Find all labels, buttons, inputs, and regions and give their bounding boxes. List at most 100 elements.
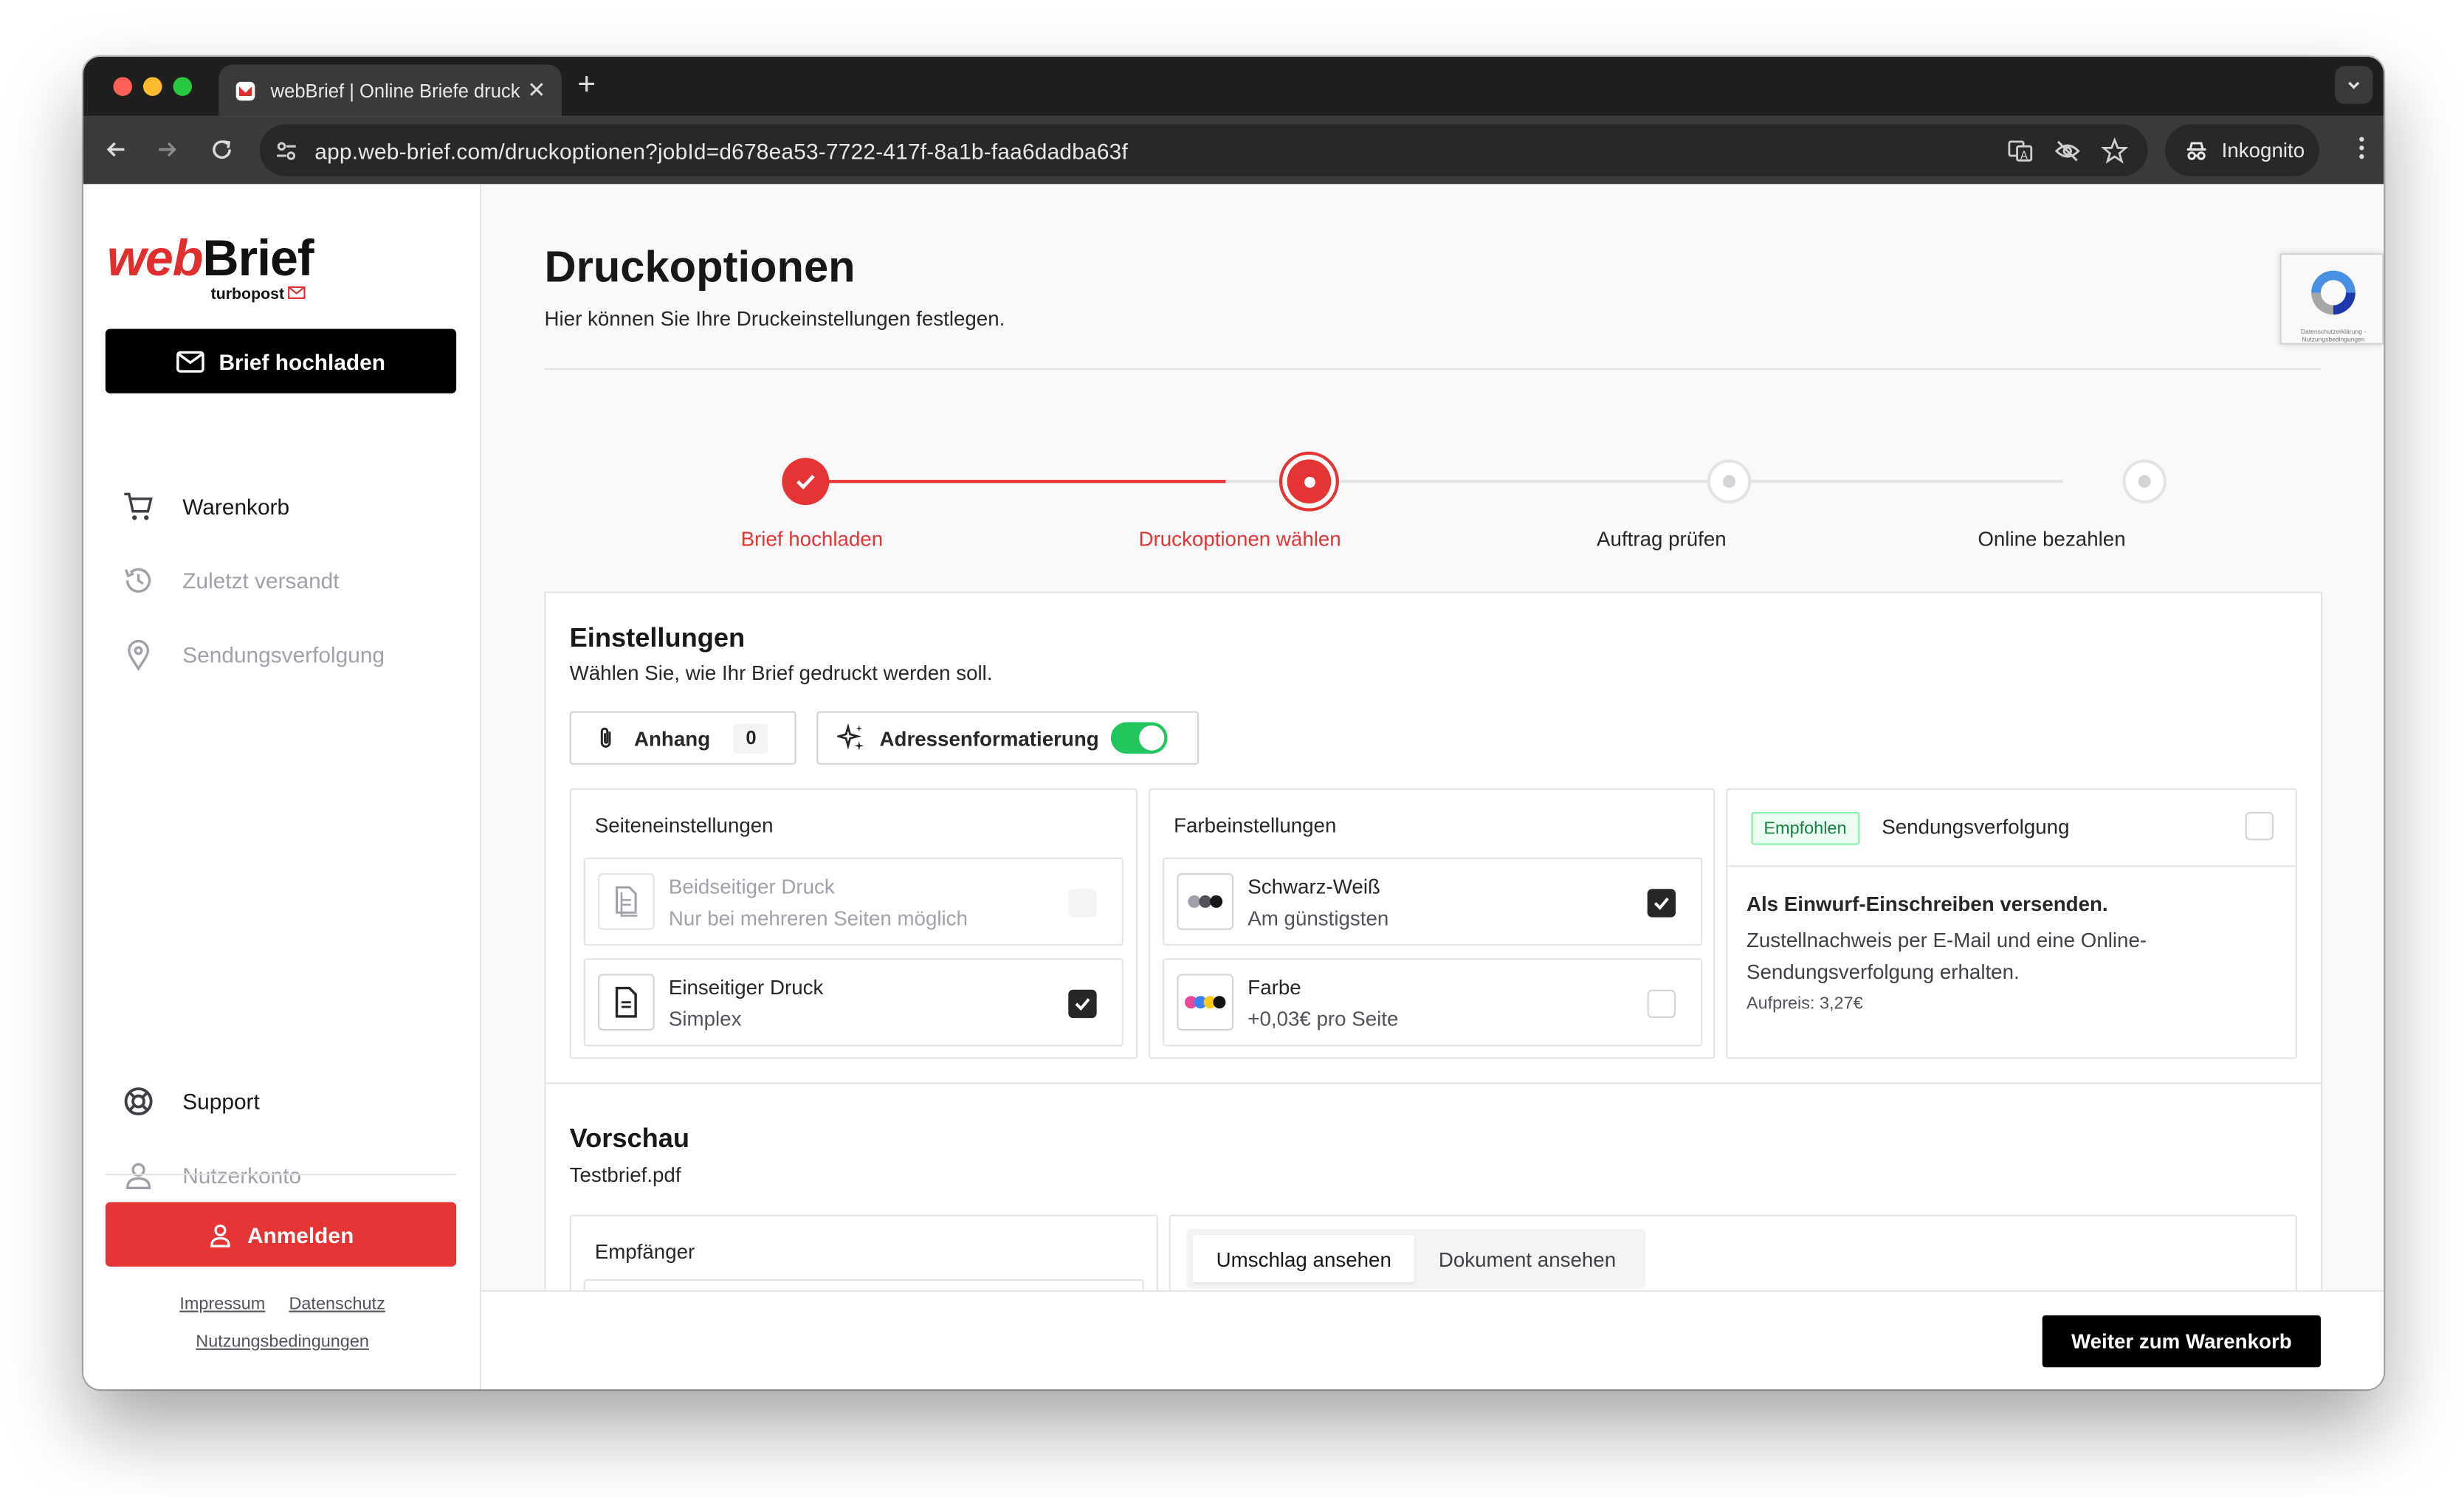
sidebar-item-label: Support: [182, 1088, 260, 1115]
sidebar-item-cart[interactable]: Warenkorb: [121, 488, 289, 526]
sidebar-item-label: Sendungsverfolgung: [182, 641, 385, 667]
tab-search-button[interactable]: [2335, 66, 2373, 104]
page-settings-panel: Seiteneinstellungen Beidseitiger Druck N…: [569, 788, 1138, 1059]
simplex-option[interactable]: Einseitiger Druck Simplex: [583, 958, 1123, 1047]
webbrief-logo[interactable]: webBrief turbopost: [106, 230, 314, 303]
sidebar-item-support[interactable]: Support: [121, 1082, 260, 1120]
page-subtitle: Hier können Sie Ihre Druckeinstellungen …: [544, 306, 1005, 331]
close-window-button[interactable]: [113, 77, 133, 97]
arrow-left-icon: [106, 142, 125, 157]
logo-web: web: [106, 230, 204, 286]
history-icon: [121, 563, 156, 598]
footer-links-row-1: Impressum Datenschutz: [83, 1295, 481, 1314]
address-format-label: Adressenformatierung: [879, 726, 1099, 750]
maximize-window-button[interactable]: [173, 77, 193, 97]
main-content: Druckoptionen Hier können Sie Ihre Druck…: [481, 184, 2384, 1390]
eye-off-icon[interactable]: [2054, 137, 2082, 165]
duplex-title: Beidseitiger Druck: [668, 875, 835, 899]
browser-tab[interactable]: webBrief | Online Briefe druck ✕: [218, 64, 562, 117]
tab-envelope[interactable]: Umschlag ansehen: [1192, 1235, 1415, 1283]
minimize-window-button[interactable]: [142, 77, 162, 97]
upload-letter-label: Brief hochladen: [218, 348, 385, 374]
browser-menu-button[interactable]: [2358, 135, 2365, 168]
sidebar-item-label: Zuletzt versandt: [182, 568, 340, 593]
sparkles-icon: [836, 723, 864, 751]
bw-option[interactable]: Schwarz-Weiß Am günstigsten: [1163, 857, 1703, 946]
sidebar-divider: [105, 1174, 457, 1176]
tab-strip: webBrief | Online Briefe druck ✕ +: [83, 56, 2384, 117]
recaptcha-icon: [2311, 270, 2355, 315]
cart-icon: [121, 489, 156, 524]
sidebar-item-tracking[interactable]: Sendungsverfolgung: [121, 636, 385, 673]
recipient-label: Empfänger: [594, 1239, 695, 1264]
login-label: Anmelden: [247, 1222, 354, 1248]
translate-icon[interactable]: A: [2006, 137, 2034, 165]
step-label-payment: Online bezahlen: [1978, 527, 2126, 551]
logo-subtitle: turbopost: [210, 286, 285, 304]
reload-icon: [213, 140, 231, 159]
address-format-toggle[interactable]: [1111, 722, 1169, 754]
bw-desc: Am günstigsten: [1248, 906, 1389, 930]
incognito-icon: [2186, 141, 2206, 159]
incognito-indicator[interactable]: Inkognito: [2164, 124, 2319, 176]
step-connector-pending: [1225, 480, 2063, 483]
svg-text:A: A: [2020, 148, 2028, 162]
tracking-checkbox[interactable]: [2245, 811, 2274, 841]
attachment-count: 0: [734, 723, 769, 753]
cmyk-dots-icon: [1177, 974, 1234, 1031]
site-info-icon: [277, 142, 296, 160]
preview-title: Vorschau: [569, 1123, 690, 1154]
recommended-badge: Empfohlen: [1751, 811, 1859, 845]
continue-to-cart-button[interactable]: Weiter zum Warenkorb: [2042, 1315, 2321, 1368]
color-settings-title: Farbeinstellungen: [1174, 813, 1337, 837]
back-button[interactable]: [100, 134, 132, 165]
arrow-right-icon: [159, 142, 177, 157]
reload-button[interactable]: [206, 134, 238, 165]
upload-letter-button[interactable]: Brief hochladen: [105, 328, 457, 393]
close-tab-icon[interactable]: ✕: [521, 77, 553, 103]
step-label-print-options: Druckoptionen wählen: [1138, 527, 1341, 551]
duplex-checkbox: [1068, 889, 1097, 918]
preview-tabs: Umschlag ansehen Dokument ansehen: [1186, 1228, 1646, 1289]
color-option[interactable]: Farbe +0,03€ pro Seite: [1163, 958, 1703, 1047]
sidebar-item-history[interactable]: Zuletzt versandt: [121, 562, 340, 599]
checkmark-icon: [1075, 998, 1090, 1011]
login-button[interactable]: Anmelden: [105, 1202, 457, 1267]
checkmark-icon: [796, 475, 815, 490]
tracking-title: Sendungsverfolgung: [1882, 815, 2070, 839]
impressum-link[interactable]: Impressum: [179, 1295, 265, 1314]
settings-title: Einstellungen: [569, 623, 746, 653]
forward-button[interactable]: [151, 134, 183, 165]
logo-brief: Brief: [202, 230, 314, 286]
step-1-done: [782, 458, 830, 506]
lifebuoy-icon: [121, 1084, 156, 1119]
new-tab-button[interactable]: +: [577, 68, 596, 103]
bw-checkbox[interactable]: [1647, 889, 1676, 918]
tab-document[interactable]: Dokument ansehen: [1415, 1235, 1639, 1282]
tracking-price: Aufpreis: 3,27€: [1746, 994, 1863, 1014]
star-icon[interactable]: [2101, 137, 2129, 165]
step-3-pending: [1707, 459, 1752, 504]
simplex-title: Einseitiger Druck: [668, 975, 824, 999]
step-2-active: [1279, 451, 1339, 512]
recaptcha-badge[interactable]: Datenschutzerklärung - Nutzungsbedingung…: [2279, 253, 2384, 345]
tracking-text: Zustellnachweis per E-Mail und eine Onli…: [1746, 928, 2147, 984]
tab-title: webBrief | Online Briefe druck: [270, 79, 520, 102]
nutzungsbedingungen-link[interactable]: Nutzungsbedingungen: [196, 1332, 369, 1352]
address-bar[interactable]: app.web-brief.com/druckoptionen?jobId=d6…: [259, 124, 2148, 176]
step-label-review: Auftrag prüfen: [1597, 527, 1727, 551]
step-4-pending: [2122, 459, 2167, 504]
duplex-option: Beidseitiger Druck Nur bei mehreren Seit…: [583, 857, 1123, 946]
checkmark-icon: [1653, 897, 1669, 910]
footer-links-row-2: Nutzungsbedingungen: [83, 1332, 481, 1352]
tracking-panel: Empfohlen Sendungsverfolgung Als Einwurf…: [1726, 788, 2297, 1059]
simplex-checkbox[interactable]: [1068, 989, 1097, 1019]
bw-dots-icon: [1177, 873, 1234, 930]
document-icon: [597, 873, 655, 930]
datenschutz-link[interactable]: Datenschutz: [289, 1295, 385, 1314]
attachment-button[interactable]: Anhang 0: [569, 711, 796, 765]
color-checkbox[interactable]: [1647, 989, 1676, 1019]
address-format-control[interactable]: Adressenformatierung: [816, 711, 1200, 765]
settings-card: Einstellungen Wählen Sie, wie Ihr Brief …: [544, 591, 2323, 1390]
user-icon: [210, 1223, 231, 1247]
